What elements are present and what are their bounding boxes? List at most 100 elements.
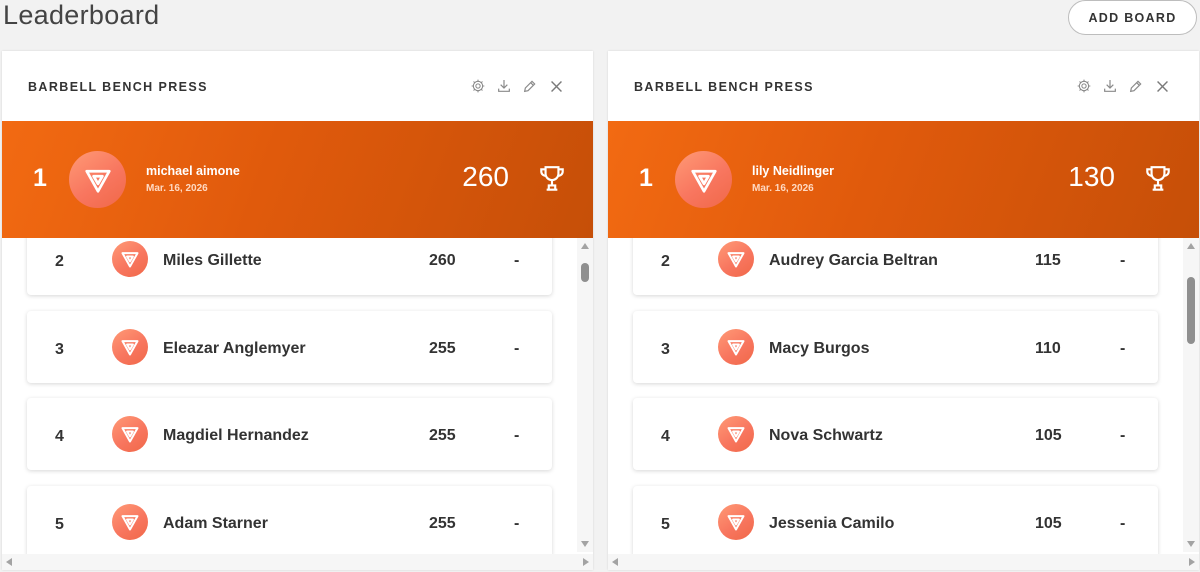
table-row[interactable]: 4 Magdiel Hernandez 255 - xyxy=(27,398,552,470)
table-row[interactable]: 4 Nova Schwartz 105 - xyxy=(633,398,1158,470)
leader-banner: 1 michael aimone Mar. 16, 2026 260 xyxy=(2,121,593,238)
avatar xyxy=(675,151,732,208)
avatar xyxy=(112,329,148,365)
pencil-icon[interactable] xyxy=(521,77,539,95)
leader-name: michael aimone xyxy=(146,164,240,178)
row-name: Nova Schwartz xyxy=(769,427,883,444)
scroll-thumb[interactable] xyxy=(1187,277,1195,344)
brand-logo-icon xyxy=(727,515,745,531)
row-name: Audrey Garcia Beltran xyxy=(769,252,938,269)
avatar xyxy=(112,504,148,540)
leader-date: Mar. 16, 2026 xyxy=(752,183,814,194)
board-title: BARBELL BENCH PRESS xyxy=(28,80,208,94)
scroll-right-arrow-icon[interactable] xyxy=(583,558,589,566)
scroll-down-arrow-icon[interactable] xyxy=(1187,541,1195,547)
gear-icon[interactable] xyxy=(469,77,487,95)
horizontal-scrollbar[interactable] xyxy=(2,554,593,570)
row-change: - xyxy=(1120,515,1126,532)
trophy-icon xyxy=(1146,166,1170,191)
avatar xyxy=(718,416,754,452)
leader-rank: 1 xyxy=(639,164,653,192)
row-change: - xyxy=(514,340,520,357)
leader-score: 130 xyxy=(1068,161,1115,192)
ranking-list: 2 Miles Gillette 260 - 3 Eleazar Anglemy… xyxy=(2,238,593,570)
avatar xyxy=(718,329,754,365)
brand-logo-icon xyxy=(121,515,139,531)
table-row[interactable]: 2 Miles Gillette 260 - xyxy=(27,238,552,295)
brand-logo-icon xyxy=(121,427,139,443)
leader-score: 260 xyxy=(462,161,509,192)
scroll-right-arrow-icon[interactable] xyxy=(1189,558,1195,566)
row-name: Magdiel Hernandez xyxy=(163,427,309,444)
avatar xyxy=(69,151,126,208)
scroll-up-arrow-icon[interactable] xyxy=(581,243,589,249)
table-row[interactable]: 2 Audrey Garcia Beltran 115 - xyxy=(633,238,1158,295)
leader-name: lily Neidlinger xyxy=(752,164,834,178)
row-name: Adam Starner xyxy=(163,515,268,532)
board-header: BARBELL BENCH PRESS xyxy=(608,51,1199,121)
brand-logo-icon xyxy=(690,169,717,193)
trophy-icon xyxy=(540,166,564,191)
scroll-down-arrow-icon[interactable] xyxy=(581,541,589,547)
vertical-scrollbar[interactable] xyxy=(1183,238,1199,552)
row-score: 115 xyxy=(1035,252,1061,269)
row-score: 105 xyxy=(1035,515,1062,532)
close-icon[interactable] xyxy=(547,77,565,95)
scroll-thumb[interactable] xyxy=(581,263,589,282)
leader-rank: 1 xyxy=(33,164,47,192)
vertical-scrollbar[interactable] xyxy=(577,238,593,552)
row-score: 255 xyxy=(429,340,456,357)
add-board-button[interactable]: ADD BOARD xyxy=(1068,0,1197,35)
brand-logo-icon xyxy=(121,340,139,356)
row-rank: 5 xyxy=(55,516,64,533)
board-toolbar xyxy=(469,77,565,95)
row-change: - xyxy=(514,427,520,444)
row-rank: 2 xyxy=(55,253,64,270)
page-title: Leaderboard xyxy=(3,0,160,30)
row-score: 255 xyxy=(429,515,456,532)
row-name: Miles Gillette xyxy=(163,252,262,269)
row-rank: 3 xyxy=(55,341,64,358)
row-change: - xyxy=(514,252,520,269)
scroll-up-arrow-icon[interactable] xyxy=(1187,243,1195,249)
table-row[interactable]: 3 Eleazar Anglemyer 255 - xyxy=(27,311,552,383)
row-name: Eleazar Anglemyer xyxy=(163,340,306,357)
brand-logo-icon xyxy=(727,427,745,443)
row-rank: 4 xyxy=(661,428,670,445)
avatar xyxy=(112,241,148,277)
leaderboard-card: BARBELL BENCH PRESS 1 lily Neidlinger Ma… xyxy=(608,51,1199,570)
brand-logo-icon xyxy=(727,340,745,356)
row-score: 255 xyxy=(429,427,456,444)
row-change: - xyxy=(1120,252,1126,269)
row-rank: 3 xyxy=(661,341,670,358)
table-row[interactable]: 3 Macy Burgos 110 - xyxy=(633,311,1158,383)
board-title: BARBELL BENCH PRESS xyxy=(634,80,814,94)
download-icon[interactable] xyxy=(495,77,513,95)
row-score: 110 xyxy=(1035,340,1061,357)
row-rank: 2 xyxy=(661,253,670,270)
close-icon[interactable] xyxy=(1153,77,1171,95)
row-score: 260 xyxy=(429,252,456,269)
brand-logo-icon xyxy=(121,252,139,268)
row-rank: 4 xyxy=(55,428,64,445)
board-header: BARBELL BENCH PRESS xyxy=(2,51,593,121)
row-name: Macy Burgos xyxy=(769,340,870,357)
row-change: - xyxy=(1120,340,1126,357)
gear-icon[interactable] xyxy=(1075,77,1093,95)
table-row[interactable]: 5 Jessenia Camilo 105 - xyxy=(633,486,1158,558)
pencil-icon[interactable] xyxy=(1127,77,1145,95)
avatar xyxy=(112,416,148,452)
page-header: Leaderboard ADD BOARD xyxy=(0,0,1200,46)
scroll-left-arrow-icon[interactable] xyxy=(612,558,618,566)
table-row[interactable]: 5 Adam Starner 255 - xyxy=(27,486,552,558)
board-toolbar xyxy=(1075,77,1171,95)
brand-logo-icon xyxy=(727,252,745,268)
leader-date: Mar. 16, 2026 xyxy=(146,183,208,194)
horizontal-scrollbar[interactable] xyxy=(608,554,1199,570)
ranking-list: 2 Audrey Garcia Beltran 115 - 3 Macy Bur… xyxy=(608,238,1199,570)
download-icon[interactable] xyxy=(1101,77,1119,95)
scroll-left-arrow-icon[interactable] xyxy=(6,558,12,566)
brand-logo-icon xyxy=(84,169,111,193)
row-score: 105 xyxy=(1035,427,1062,444)
avatar xyxy=(718,504,754,540)
